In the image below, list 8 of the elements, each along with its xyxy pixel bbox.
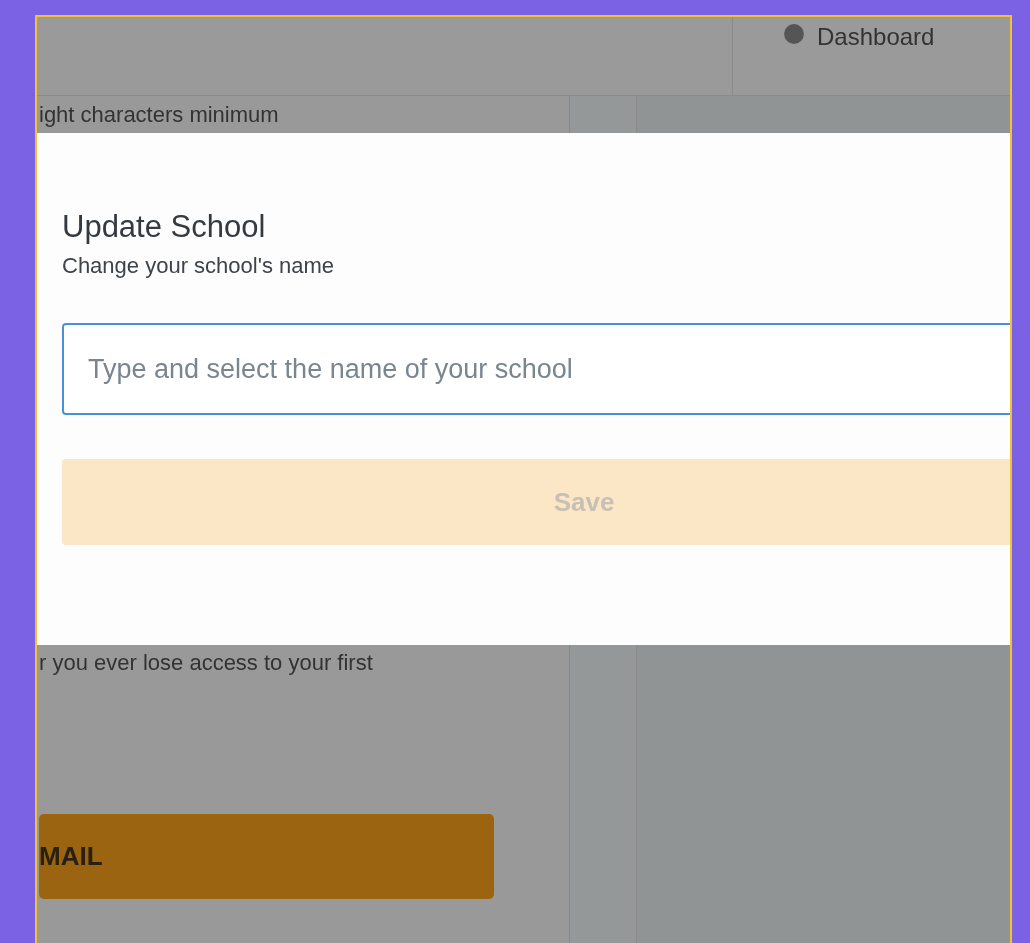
school-name-field[interactable]: Type and select the name of your school bbox=[62, 323, 1010, 415]
recovery-note: r you ever lose access to your first bbox=[39, 650, 374, 676]
email-button[interactable]: MAIL bbox=[39, 814, 494, 899]
dashboard-link[interactable]: Dashboard bbox=[817, 23, 935, 51]
password-hint: ight characters minimum bbox=[39, 102, 280, 128]
dashboard-icon bbox=[783, 23, 805, 45]
dialog-title: Update School bbox=[62, 209, 267, 245]
dialog-subtitle: Change your school's name bbox=[62, 253, 336, 279]
